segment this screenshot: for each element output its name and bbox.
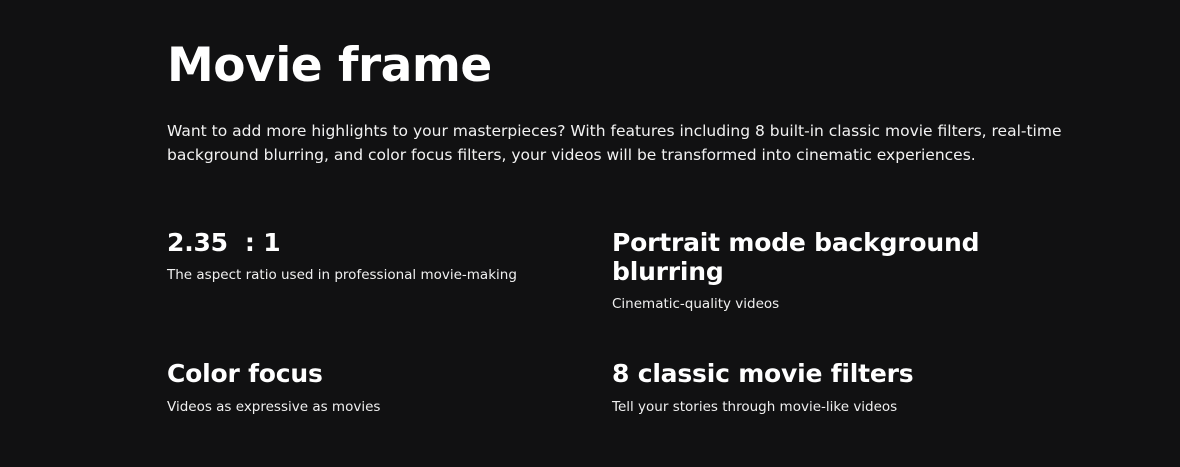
feature-title: 8 classic movie filters [612, 359, 914, 388]
feature-movie-filters: 8 classic movie filters Tell your storie… [612, 359, 1032, 416]
feature-aspect-ratio: 2.35 : 1 The aspect ratio used in profes… [167, 228, 587, 284]
feature-color-focus: Color focus Videos as expressive as movi… [167, 359, 587, 416]
feature-subtitle: The aspect ratio used in professional mo… [167, 267, 517, 283]
feature-title: Portrait mode background blurring [612, 228, 980, 286]
feature-background-blurring: Portrait mode background blurring Cinema… [612, 228, 1012, 313]
feature-subtitle: Cinematic-quality videos [612, 296, 780, 312]
section-title: Movie frame [167, 38, 492, 93]
feature-title: Color focus [167, 359, 323, 388]
feature-subtitle: Videos as expressive as movies [167, 399, 381, 415]
section-intro: Want to add more highlights to your mast… [167, 122, 1062, 164]
feature-title: 2.35 : 1 [167, 228, 281, 257]
feature-subtitle: Tell your stories through movie-like vid… [612, 399, 898, 415]
movie-frame-section: Movie frame Want to add more highlights … [0, 0, 1180, 467]
